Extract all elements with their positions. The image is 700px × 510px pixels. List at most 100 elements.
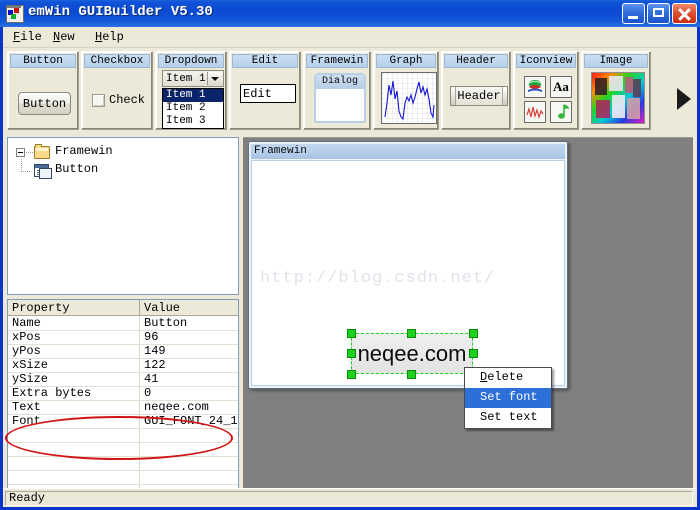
- toolbox-group-framewin[interactable]: Framewin Dialog: [303, 51, 371, 130]
- menu-item-file[interactable]: File: [9, 29, 46, 45]
- property-grid[interactable]: Property Value Name Button xPos 96 yPos …: [7, 299, 239, 502]
- property-key: Name: [12, 316, 41, 330]
- property-value[interactable]: 122: [144, 359, 166, 372]
- window-title: emWin GUIBuilder V5.30: [28, 4, 213, 20]
- property-key: yPos: [12, 344, 41, 358]
- toolbox-group-header-body: Header: [444, 70, 508, 127]
- tree-expander-root[interactable]: [16, 148, 25, 157]
- tree-item-framewin[interactable]: Framewin: [55, 144, 113, 158]
- sample-header-label: Header: [457, 89, 501, 103]
- resize-handle-w[interactable]: [347, 349, 356, 358]
- sample-checkbox-label: Check: [109, 93, 146, 107]
- property-row-empty[interactable]: [8, 471, 238, 485]
- design-framewin[interactable]: Framewin http://blog.csdn.net/ neqee.com: [248, 141, 568, 389]
- property-value[interactable]: GUI_FONT_24_1: [144, 415, 238, 428]
- context-menu-item-set-font[interactable]: Set font: [465, 388, 551, 408]
- property-key: xSize: [12, 358, 49, 372]
- toolbox-group-button-title: Button: [10, 54, 76, 68]
- books-globe-icon[interactable]: [524, 76, 546, 98]
- resize-handle-e[interactable]: [469, 349, 478, 358]
- dropdown-option-0[interactable]: Item 1: [163, 89, 223, 102]
- toolbox-group-header[interactable]: Header Header: [441, 51, 511, 130]
- sample-checkbox-box[interactable]: [92, 94, 105, 107]
- context-delete-rest: elete: [487, 370, 524, 384]
- minimize-button[interactable]: [622, 3, 645, 24]
- music-note-icon[interactable]: [550, 101, 572, 123]
- property-row-name[interactable]: Name Button: [8, 317, 238, 331]
- folder-icon: [34, 144, 50, 159]
- property-value[interactable]: Button: [144, 317, 187, 330]
- toolbox-group-dropdown[interactable]: Dropdown Item 1 Item 1 Item 2 Item 3: [155, 51, 227, 130]
- menu-item-help[interactable]: Help: [91, 29, 128, 45]
- property-row-empty[interactable]: [8, 429, 238, 443]
- resize-handle-ne[interactable]: [469, 329, 478, 338]
- sample-dropdown-list[interactable]: Item 1 Item 2 Item 3: [162, 88, 224, 129]
- property-row-xsize[interactable]: xSize 122: [8, 359, 238, 373]
- widget-tree-panel[interactable]: Framewin Button: [7, 137, 239, 295]
- sample-framewin-widget[interactable]: Dialog: [314, 73, 366, 123]
- toolbox-group-checkbox-body: Check: [84, 70, 150, 127]
- client-area: File New Help Button Button Checkbox Che…: [3, 27, 697, 507]
- maximize-button[interactable]: [647, 3, 670, 24]
- resize-handle-s[interactable]: [407, 370, 416, 379]
- toolbox-group-image[interactable]: Image: [581, 51, 651, 130]
- toolbox-group-graph[interactable]: Graph: [373, 51, 439, 130]
- tree-item-button[interactable]: Button: [55, 162, 98, 176]
- property-value[interactable]: 41: [144, 373, 158, 386]
- sample-edit-field[interactable]: Edit: [240, 84, 296, 103]
- property-row-ysize[interactable]: ySize 41: [8, 373, 238, 387]
- property-row-empty[interactable]: [8, 457, 238, 471]
- design-framewin-body[interactable]: http://blog.csdn.net/ neqee.com: [251, 160, 565, 386]
- toolbox-group-iconview-title: Iconview: [516, 54, 576, 68]
- toolbox-scroll-right-arrow[interactable]: [677, 88, 691, 110]
- chevron-down-icon[interactable]: [207, 72, 222, 85]
- property-value[interactable]: 149: [144, 345, 166, 358]
- property-row-font[interactable]: Font GUI_FONT_24_1: [8, 415, 238, 429]
- property-key: Extra bytes: [12, 386, 92, 400]
- menu-file-rest: ile: [20, 30, 42, 44]
- resize-handle-n[interactable]: [407, 329, 416, 338]
- toolbox-group-framewin-title: Framewin: [306, 54, 368, 68]
- sample-dropdown-combo[interactable]: Item 1: [162, 70, 224, 87]
- property-value[interactable]: neqee.com: [144, 401, 209, 414]
- toolbox-group-button[interactable]: Button Button: [7, 51, 79, 130]
- waveform-icon[interactable]: [524, 101, 546, 123]
- sample-button-widget[interactable]: Button: [18, 92, 71, 115]
- tree-connector-child: [21, 171, 31, 172]
- design-workspace[interactable]: Framewin http://blog.csdn.net/ neqee.com: [243, 137, 693, 502]
- property-value[interactable]: 96: [144, 331, 158, 344]
- photo-collage-thumbnail[interactable]: [591, 72, 645, 124]
- property-row-ypos[interactable]: yPos 149: [8, 345, 238, 359]
- context-menu-item-delete[interactable]: Delete: [465, 368, 551, 388]
- value-column-header: Value: [144, 301, 181, 315]
- text-aa-icon[interactable]: Aa: [550, 76, 572, 98]
- watermark-text: http://blog.csdn.net/: [260, 269, 496, 288]
- property-row-xpos[interactable]: xPos 96: [8, 331, 238, 345]
- toolbox-group-graph-body: [376, 70, 437, 127]
- property-value[interactable]: 0: [144, 387, 151, 400]
- context-menu-item-set-text[interactable]: Set text: [465, 408, 551, 428]
- sample-header-widget[interactable]: Header: [450, 86, 508, 106]
- status-text: Ready: [5, 491, 693, 506]
- toolbox-group-iconview[interactable]: Iconview Aa: [513, 51, 579, 130]
- property-row-text[interactable]: Text neqee.com: [8, 401, 238, 415]
- toolbox-group-edit-body: Edit: [232, 70, 298, 127]
- close-button[interactable]: [672, 3, 697, 24]
- menu-item-new[interactable]: New: [49, 29, 79, 45]
- toolbox-group-header-title: Header: [444, 54, 508, 68]
- toolbox-group-edit[interactable]: Edit Edit: [229, 51, 301, 130]
- widget-context-menu[interactable]: Delete Set font Set text: [464, 367, 552, 429]
- toolbox-group-graph-title: Graph: [376, 54, 436, 68]
- widget-icon-overlay: [39, 168, 52, 179]
- selected-button-widget[interactable]: neqee.com: [351, 333, 473, 374]
- property-row-extra-bytes[interactable]: Extra bytes 0: [8, 387, 238, 401]
- waveform-graph-icon[interactable]: [381, 72, 437, 124]
- dropdown-option-1[interactable]: Item 2: [163, 102, 223, 115]
- toolbox-group-image-title: Image: [584, 54, 648, 68]
- property-grid-header: Property Value: [8, 300, 238, 316]
- property-row-empty[interactable]: [8, 443, 238, 457]
- resize-handle-sw[interactable]: [347, 370, 356, 379]
- toolbox-group-checkbox[interactable]: Checkbox Check: [81, 51, 153, 130]
- dropdown-option-2[interactable]: Item 3: [163, 115, 223, 128]
- resize-handle-nw[interactable]: [347, 329, 356, 338]
